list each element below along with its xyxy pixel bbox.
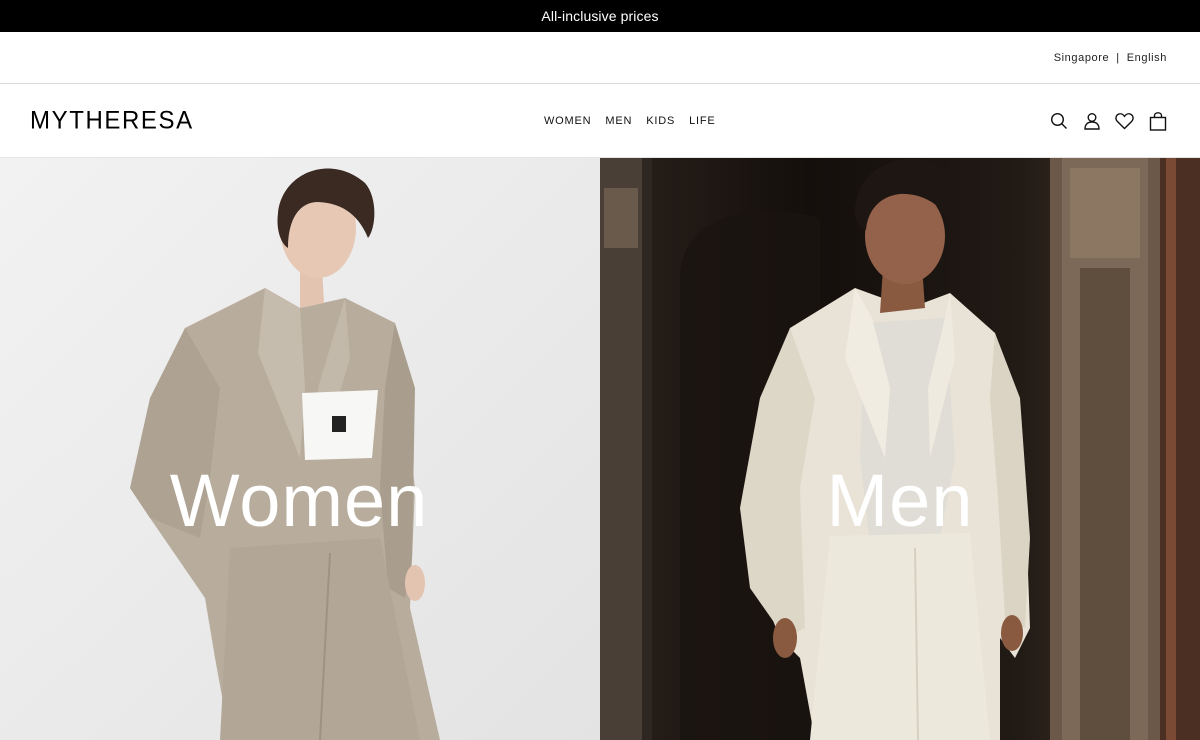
header-icons <box>1049 84 1167 158</box>
shopping-bag-icon[interactable] <box>1148 111 1167 131</box>
language-selector[interactable]: English <box>1127 52 1167 64</box>
country-selector[interactable]: Singapore <box>1054 52 1110 64</box>
men-hero-title[interactable]: Men <box>600 458 1200 543</box>
men-hero-panel[interactable]: Men <box>600 158 1200 740</box>
account-icon[interactable] <box>1082 112 1101 131</box>
nav-kids[interactable]: KIDS <box>646 115 675 127</box>
women-hero-title[interactable]: Women <box>0 458 600 543</box>
promo-banner: All-inclusive prices <box>0 0 1200 32</box>
nav-women[interactable]: WOMEN <box>544 115 591 127</box>
men-hero-image <box>600 158 1200 740</box>
nav-life[interactable]: LIFE <box>689 115 715 127</box>
women-hero-image <box>0 158 600 740</box>
hero-section: Women Men <box>0 158 1200 740</box>
promo-text: All-inclusive prices <box>541 8 659 24</box>
wishlist-icon[interactable] <box>1115 112 1134 131</box>
nav-men[interactable]: MEN <box>605 115 632 127</box>
main-navigation: WOMEN MEN KIDS LIFE <box>544 84 716 158</box>
locale-bar: Singapore | English <box>0 32 1200 84</box>
women-hero-panel[interactable]: Women <box>0 158 600 740</box>
site-header: MYTHERESA WOMEN MEN KIDS LIFE <box>0 84 1200 158</box>
search-icon[interactable] <box>1049 112 1068 131</box>
locale-separator: | <box>1116 51 1120 64</box>
brand-logo[interactable]: MYTHERESA <box>30 106 194 135</box>
